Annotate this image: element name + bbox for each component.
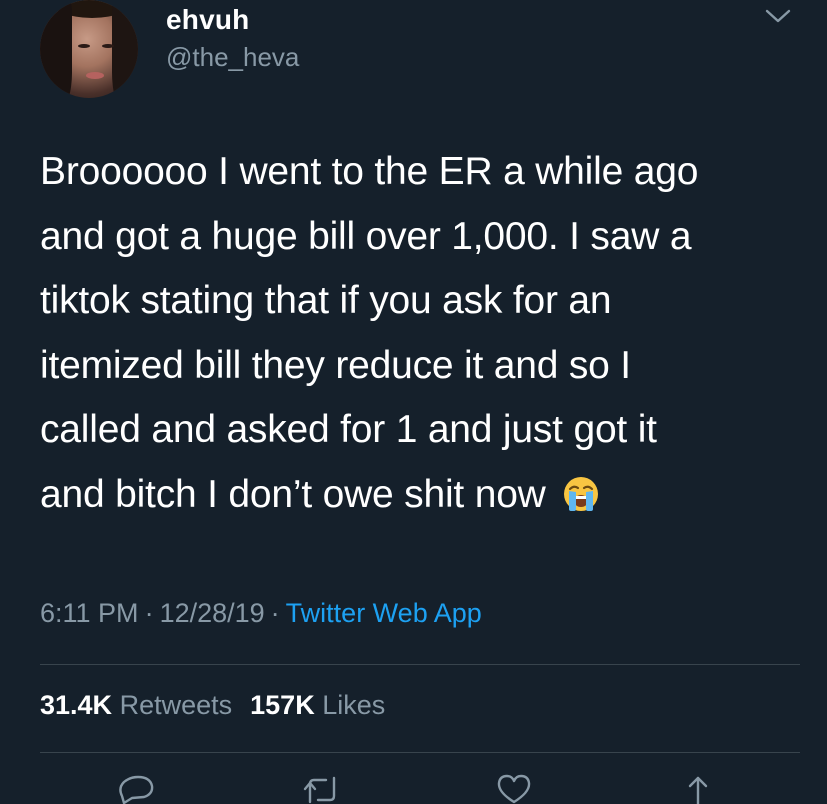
tweet-text: Broooooo I went to the ER a while ago an… xyxy=(40,140,810,527)
avatar-eye-left xyxy=(78,44,90,48)
tweet-line: Broooooo I went to the ER a while ago xyxy=(40,150,699,193)
chevron-down-icon[interactable] xyxy=(764,6,792,26)
loudly-crying-face-emoji xyxy=(563,476,598,511)
reply-icon[interactable] xyxy=(116,774,156,804)
tweet-time[interactable]: 6:11 PM xyxy=(40,598,139,628)
tweet-line-last: and bitch I don’t owe shit now xyxy=(40,463,810,528)
separator: · xyxy=(270,598,280,628)
tweet-source-link[interactable]: Twitter Web App xyxy=(286,598,482,628)
retweets-label: Retweets xyxy=(119,690,233,720)
likes-label: Likes xyxy=(322,690,386,720)
avatar-lips xyxy=(86,72,104,79)
likes-count: 157K xyxy=(250,690,315,720)
tweet-date[interactable]: 12/28/19 xyxy=(160,598,265,628)
share-icon[interactable] xyxy=(678,774,718,804)
avatar-eye-right xyxy=(102,44,114,48)
tweet-line: and bitch I don’t owe shit now xyxy=(40,472,546,516)
divider xyxy=(40,664,800,665)
retweet-icon[interactable] xyxy=(302,774,342,804)
avatar[interactable] xyxy=(40,0,138,98)
tweet-line: and got a huge bill over 1,000. I saw a xyxy=(40,214,692,258)
retweets-stat[interactable]: 31.4K Retweets xyxy=(40,690,232,720)
divider xyxy=(40,752,800,753)
display-name[interactable]: ehvuh xyxy=(166,4,249,36)
avatar-hair-right xyxy=(112,0,138,98)
retweets-count: 31.4K xyxy=(40,690,113,720)
likes-stat[interactable]: 157K Likes xyxy=(250,690,385,720)
separator: · xyxy=(144,598,154,628)
tweet-meta: 6:11 PM · 12/28/19 · Twitter Web App xyxy=(40,598,482,629)
tweet-line: called and asked for 1 and just got it xyxy=(40,408,657,451)
tweet-line: itemized bill they reduce it and so I xyxy=(40,343,631,387)
tweet-line: tiktok stating that if you ask for an xyxy=(40,279,612,322)
heart-icon[interactable] xyxy=(494,774,534,804)
tweet-stats: 31.4K Retweets 157K Likes xyxy=(40,690,385,721)
avatar-hair-left xyxy=(40,0,72,98)
user-handle[interactable]: @the_heva xyxy=(166,42,299,73)
